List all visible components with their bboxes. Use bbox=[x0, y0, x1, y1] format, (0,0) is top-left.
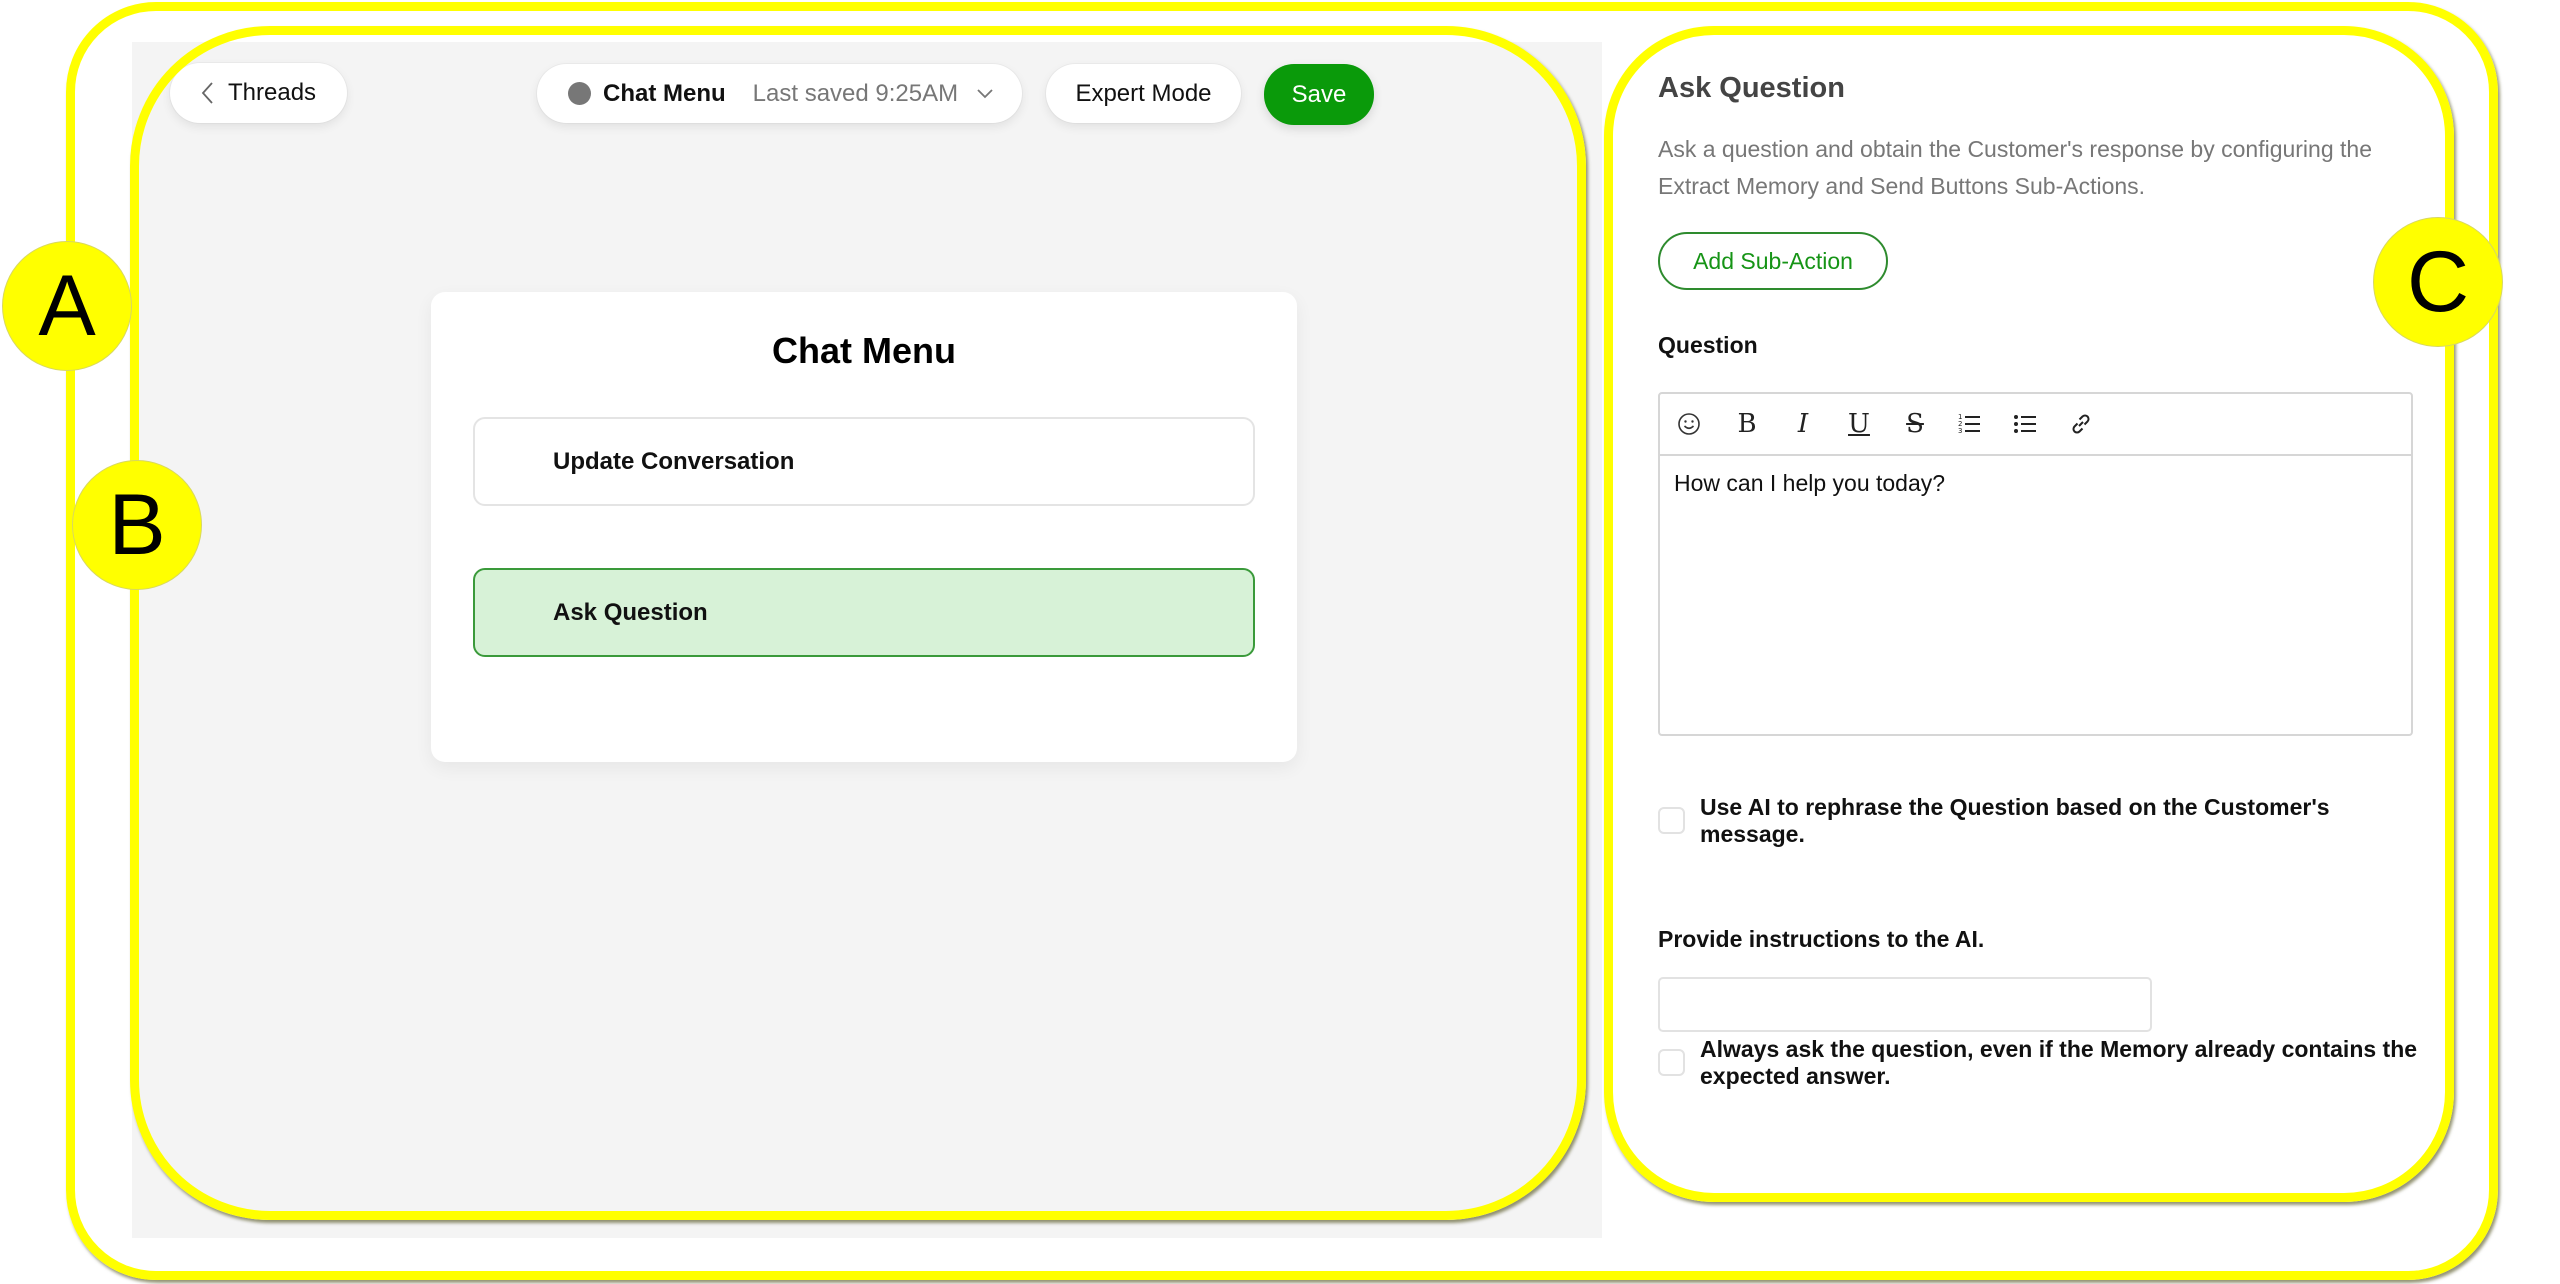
annotation-label-b: B bbox=[72, 460, 202, 590]
annotation-label-c: C bbox=[2373, 217, 2503, 347]
annotation-label-a: A bbox=[2, 241, 132, 371]
annotation-box-b bbox=[130, 26, 1586, 1220]
annotation-box-c bbox=[1604, 26, 2454, 1202]
